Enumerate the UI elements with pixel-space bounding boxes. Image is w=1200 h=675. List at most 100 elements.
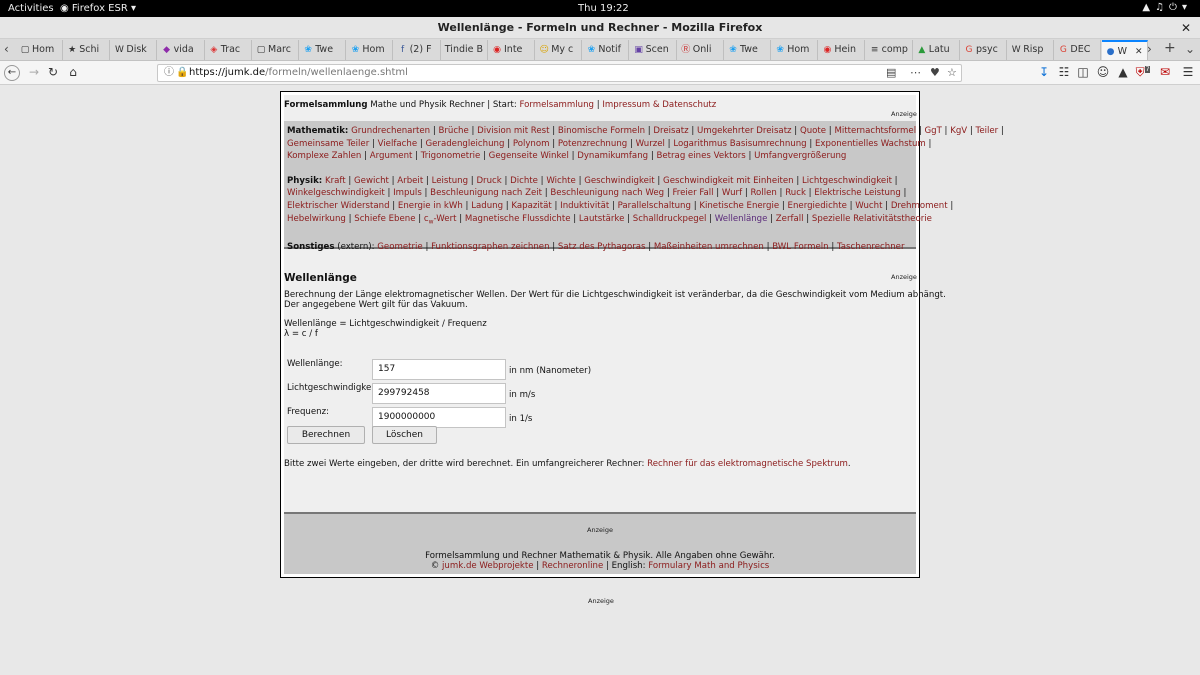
category-link[interactable]: Grundrechenarten — [351, 126, 430, 136]
external-link[interactable]: BWL Formeln — [772, 242, 828, 252]
category-link[interactable]: Umgekehrter Dreisatz — [697, 126, 792, 136]
category-link[interactable]: Hebelwirkung — [287, 214, 346, 224]
page-actions-icon[interactable]: ⋯ — [910, 65, 921, 81]
spectrum-calculator-link[interactable]: Rechner für das elektromagnetische Spekt… — [647, 459, 848, 469]
app-menu[interactable]: ◉ Firefox ESR ▾ — [60, 3, 136, 14]
category-link[interactable]: Wucht — [855, 201, 882, 211]
tab[interactable]: ◆ vida — [158, 40, 205, 60]
clock[interactable]: Thu 19:22 — [578, 3, 629, 14]
downloads-icon[interactable]: ↧ — [1036, 65, 1052, 79]
category-link[interactable]: Spezielle Relativitätstheorie — [812, 214, 932, 224]
category-link[interactable]: Geschwindigkeit — [584, 176, 654, 186]
reload-icon[interactable]: ↻ — [45, 65, 61, 79]
category-link[interactable]: Drehmoment — [891, 201, 948, 211]
jumk-link[interactable]: jumk.de Webprojekte — [442, 561, 534, 571]
category-link[interactable]: Elektrische Leistung — [814, 188, 901, 198]
category-link[interactable]: Beschleunigung nach Zeit — [430, 188, 542, 198]
window-close-icon[interactable]: ✕ — [1181, 17, 1191, 39]
category-link[interactable]: Potenzrechnung — [558, 139, 627, 149]
tab[interactable]: G DEC — [1054, 40, 1102, 60]
value-input[interactable]: 299792458 — [372, 383, 506, 404]
category-link[interactable]: KgV — [950, 126, 967, 136]
hamburger-menu-icon[interactable]: ☰ — [1180, 65, 1196, 79]
category-link[interactable]: Impuls — [393, 188, 422, 198]
category-link[interactable]: GgT — [924, 126, 941, 136]
category-link[interactable]: Geradengleichung — [425, 139, 504, 149]
category-link[interactable]: Induktivität — [560, 201, 609, 211]
category-link[interactable]: Gemeinsame Teiler — [287, 139, 369, 149]
external-link[interactable]: Maßeinheiten umrechnen — [654, 242, 764, 252]
value-input[interactable]: 157 — [372, 359, 506, 380]
category-link[interactable]: Beschleunigung nach Weg — [550, 188, 664, 198]
category-link[interactable]: Gewicht — [354, 176, 389, 186]
tab[interactable]: Ⓡ Onli — [677, 40, 724, 60]
category-link[interactable]: Schalldruckpegel — [633, 214, 707, 224]
category-link[interactable]: Exponentielles Wachstum — [815, 139, 926, 149]
category-link[interactable]: Kraft — [325, 176, 346, 186]
tab[interactable]: ❀ Hom — [346, 40, 394, 60]
category-link[interactable]: Argument — [370, 151, 413, 161]
category-link[interactable]: Ruck — [785, 188, 806, 198]
clear-button[interactable]: Löschen — [372, 426, 437, 444]
category-link[interactable]: Wichte — [546, 176, 576, 186]
formulary-link[interactable]: Formulary Math and Physics — [648, 561, 769, 571]
category-link[interactable]: Freier Fall — [672, 188, 713, 198]
category-link[interactable]: Dynamikumfang — [577, 151, 648, 161]
tab[interactable]: ◉ Inte — [488, 40, 535, 60]
tab[interactable]: ▲ Latu — [913, 40, 960, 60]
tab[interactable]: ≡ comp — [866, 40, 913, 60]
category-link[interactable]: Lichtgeschwindigkeit — [802, 176, 892, 186]
category-link[interactable]: Polynom — [513, 139, 550, 149]
category-link[interactable]: Wellenlänge — [715, 214, 768, 224]
close-tab-icon[interactable]: ✕ — [1135, 42, 1143, 60]
category-link[interactable]: Dreisatz — [653, 126, 688, 136]
category-link[interactable]: Ladung — [471, 201, 503, 211]
category-link[interactable]: Logarithmus Basisumrechnung — [673, 139, 806, 149]
tabs-scroll-right-icon[interactable]: › — [1147, 42, 1152, 56]
external-link[interactable]: Satz des Pythagoras — [558, 242, 646, 252]
pocket-icon[interactable]: ♥ — [930, 65, 940, 81]
category-link[interactable]: Vielfache — [378, 139, 418, 149]
category-link[interactable]: Komplexe Zahlen — [287, 151, 361, 161]
category-link[interactable]: Trigonometrie — [421, 151, 481, 161]
tab[interactable]: f (2) F — [394, 40, 441, 60]
ublock-icon[interactable]: ⛨7 — [1135, 65, 1151, 80]
tab-list-icon[interactable]: ⌄ — [1185, 42, 1195, 56]
category-link[interactable]: Kapazität — [511, 201, 551, 211]
category-link[interactable]: Betrag eines Vektors — [656, 151, 745, 161]
tab[interactable]: ◈ Trac — [205, 40, 252, 60]
category-link[interactable]: Wurzel — [636, 139, 665, 149]
new-tab-icon[interactable]: + — [1164, 40, 1176, 56]
category-link[interactable]: Leistung — [432, 176, 469, 186]
category-link[interactable]: Energiedichte — [788, 201, 847, 211]
category-link[interactable]: Arbeit — [397, 176, 423, 186]
category-link[interactable]: Teiler — [976, 126, 999, 136]
back-icon[interactable]: ← — [4, 65, 20, 81]
category-link[interactable]: Schiefe Ebene — [354, 214, 415, 224]
category-link[interactable]: Kinetische Energie — [699, 201, 779, 211]
reader-view-icon[interactable]: ▤ — [886, 65, 896, 81]
tab[interactable]: ❀ Notif — [582, 40, 630, 60]
category-link[interactable]: cw-Wert — [424, 214, 457, 226]
category-link[interactable]: Wurf — [722, 188, 742, 198]
category-link[interactable]: Gegenseite Winkel — [489, 151, 569, 161]
forward-icon[interactable]: → — [26, 65, 42, 79]
tabs-scroll-left-icon[interactable]: ‹ — [4, 42, 9, 56]
category-link[interactable]: Rollen — [750, 188, 776, 198]
sidebar-icon[interactable]: ◫ — [1075, 65, 1091, 79]
category-link[interactable]: Quote — [800, 126, 826, 136]
value-input[interactable]: 1900000000 — [372, 407, 506, 428]
system-tray[interactable]: ▲♫⏻▾ — [1142, 2, 1192, 13]
url-bar[interactable]: ⓘ 🔒 https://jumk.de/formeln/wellenlaenge… — [157, 64, 962, 82]
tab[interactable]: ◉ Hein — [818, 40, 866, 60]
category-link[interactable]: Magnetische Flussdichte — [465, 214, 571, 224]
category-link[interactable]: Geschwindigkeit mit Einheiten — [663, 176, 794, 186]
tab[interactable]: W Disk — [110, 40, 158, 60]
tab[interactable]: ▣ Scen — [630, 40, 677, 60]
category-link[interactable]: Zerfall — [776, 214, 804, 224]
activities-button[interactable]: Activities — [8, 3, 54, 14]
tab[interactable]: W Risp — [1007, 40, 1055, 60]
category-link[interactable]: Elektrischer Widerstand — [287, 201, 390, 211]
tab[interactable]: ☺ My c — [535, 40, 583, 60]
external-link[interactable]: Taschenrechner — [837, 242, 905, 252]
